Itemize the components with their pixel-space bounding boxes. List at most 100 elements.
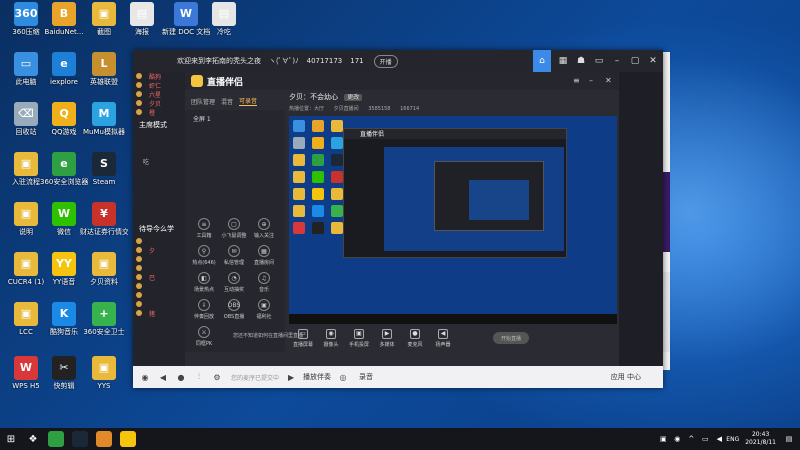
tray-steam-icon[interactable]: ◉ <box>672 435 682 443</box>
tab-team[interactable]: 团队管理 <box>191 97 215 106</box>
tool-button[interactable]: ◧ 场景热点 <box>189 272 219 293</box>
tool-button[interactable]: ⚔ 同框PK <box>189 326 219 347</box>
network-icon[interactable]: ▭ <box>700 435 710 443</box>
start-live-button[interactable]: 开始直播 <box>493 332 529 344</box>
desktop-icon[interactable]: L 英雄联盟 <box>80 52 128 86</box>
desktop-icon[interactable]: S Steam <box>80 152 128 186</box>
desktop-icon[interactable]: ▤ 海报 <box>118 2 166 36</box>
member-row[interactable]: 六星 <box>133 90 185 99</box>
preview-desktop-icon <box>312 171 324 183</box>
tool-button[interactable]: ⇩ 伴奏回放 <box>189 299 219 320</box>
play-accompaniment-button[interactable]: 播放伴奏 <box>303 372 331 382</box>
desktop-icon[interactable]: ▣ 夕贝资料 <box>80 252 128 286</box>
maximize-icon[interactable]: ▢ <box>627 53 643 69</box>
member-row[interactable] <box>133 291 185 300</box>
equalizer-icon[interactable]: ⫶ <box>193 371 205 383</box>
settings-icon[interactable]: ⚙ <box>211 371 223 383</box>
tool-button[interactable]: ✉ 私信管理 <box>219 245 249 266</box>
mode-label: 主席模式 <box>139 121 167 129</box>
member-row[interactable]: 酷狗 <box>133 72 185 81</box>
desktop-icon[interactable]: M MuMu模拟器 <box>80 102 128 136</box>
tool-button[interactable]: ◔ 互动抽奖 <box>219 272 249 293</box>
grid-icon[interactable]: ▦ <box>555 53 571 69</box>
desktop-icon[interactable]: ¥ 财达证券行情交易终端... <box>80 202 128 236</box>
member-row[interactable] <box>133 264 185 273</box>
source-control-button[interactable]: ▣ 手机投屏 <box>345 328 373 348</box>
member-row[interactable] <box>133 149 185 157</box>
clock[interactable]: 20:43 2021/8/11 <box>745 431 776 447</box>
tray-chevron-icon[interactable]: ^ <box>686 435 696 443</box>
member-row[interactable] <box>133 173 185 181</box>
tab-mix[interactable]: 混音 <box>221 97 233 106</box>
source-control-icon: ◀ <box>438 328 448 339</box>
avatar[interactable]: ◉ <box>139 371 151 383</box>
screen-icon[interactable]: ▭ <box>591 53 607 69</box>
home-icon[interactable]: ⌂ <box>533 50 551 72</box>
member-row[interactable] <box>133 189 185 197</box>
app-center-button[interactable]: 应用 中心 <box>611 372 641 382</box>
language-indicator[interactable]: ENG <box>726 436 739 443</box>
tool-button[interactable]: ▦ 直播房间 <box>249 245 279 266</box>
member-row[interactable] <box>133 133 185 141</box>
tool-icon: ⇩ <box>198 299 210 311</box>
member-row[interactable]: 巴 <box>133 273 185 282</box>
mic-icon[interactable]: ● <box>175 371 187 383</box>
tool-button[interactable]: ≡ 工具箱 <box>189 218 219 239</box>
member-row[interactable] <box>133 255 185 264</box>
member-row[interactable] <box>133 197 185 205</box>
member-row[interactable]: 橙 <box>133 108 185 117</box>
member-row[interactable] <box>133 282 185 291</box>
scene-item[interactable]: 全屏 1 <box>185 110 285 127</box>
tool-button[interactable]: ⚲ 热点(646) <box>189 245 219 266</box>
app-minimize-icon[interactable]: – <box>589 76 599 86</box>
member-row[interactable] <box>133 237 185 246</box>
app-close-icon[interactable]: ✕ <box>605 76 615 86</box>
yy-taskbar-icon[interactable] <box>120 431 136 447</box>
member-row[interactable]: 夕贝 <box>133 99 185 108</box>
member-row[interactable] <box>133 205 185 213</box>
gamepad-icon[interactable]: ☗ <box>573 53 589 69</box>
record-icon[interactable]: ◎ <box>337 371 349 383</box>
tool-button[interactable]: ♫ 音乐 <box>249 272 279 293</box>
desktop-icon[interactable]: ▣ YYS <box>80 356 128 390</box>
play-icon[interactable]: ▶ <box>285 371 297 383</box>
edit-title-button[interactable]: 更改 <box>344 94 363 101</box>
minimize-icon[interactable]: – <box>609 53 625 69</box>
source-control-button[interactable]: ● 麦克风 <box>401 328 429 348</box>
tool-button[interactable]: ⊕ 输入关注 <box>249 218 279 239</box>
member-row[interactable]: 夕 <box>133 246 185 255</box>
member-row[interactable] <box>133 213 185 221</box>
browser-taskbar-icon[interactable] <box>48 431 64 447</box>
tool-label: 工具箱 <box>196 233 212 239</box>
speaker-icon[interactable]: ◀ <box>157 371 169 383</box>
member-row[interactable]: 猪 <box>133 309 185 318</box>
task-view-icon[interactable]: ❖ <box>22 428 44 450</box>
tool-label: 直播房间 <box>253 260 274 266</box>
member-row[interactable] <box>133 165 185 173</box>
tool-button[interactable]: ▣ 福利社 <box>249 299 279 320</box>
member-row[interactable] <box>133 141 185 149</box>
tool-button[interactable]: ▢ 小飞鼠调整 <box>219 218 249 239</box>
open-stream-button[interactable]: 开播 <box>373 54 398 68</box>
member-row[interactable]: 吃 <box>133 157 185 166</box>
close-icon[interactable]: ✕ <box>645 53 661 69</box>
desktop-icon[interactable]: ▤ 冷吃 <box>200 2 248 36</box>
stream-preview[interactable]: 直播伴侣 <box>289 116 617 324</box>
steam-taskbar-icon[interactable] <box>72 431 88 447</box>
desktop-icon[interactable]: +360安全卫士 <box>80 302 128 336</box>
source-control-button[interactable]: ▶ 多媒体 <box>373 328 401 348</box>
source-control-button[interactable]: ◀ 扬声器 <box>429 328 457 348</box>
source-control-button[interactable]: ◉ 摄像头 <box>317 328 345 348</box>
record-button[interactable]: 录音 <box>359 372 373 382</box>
member-row[interactable] <box>133 300 185 309</box>
windows-start-icon[interactable]: ⊞ <box>0 428 22 450</box>
member-row[interactable]: 虾仁 <box>133 81 185 90</box>
app-taskbar-icon[interactable] <box>96 431 112 447</box>
tool-button[interactable]: OBS OBS直播 <box>219 299 249 320</box>
member-row[interactable] <box>133 181 185 189</box>
notification-icon[interactable]: ▤ <box>784 435 794 443</box>
volume-icon[interactable]: ◀ <box>714 435 724 443</box>
menu-icon[interactable]: ≡ <box>573 76 583 86</box>
tab-record[interactable]: 可录音 <box>239 96 258 106</box>
tray-app-icon[interactable]: ▣ <box>658 435 668 443</box>
